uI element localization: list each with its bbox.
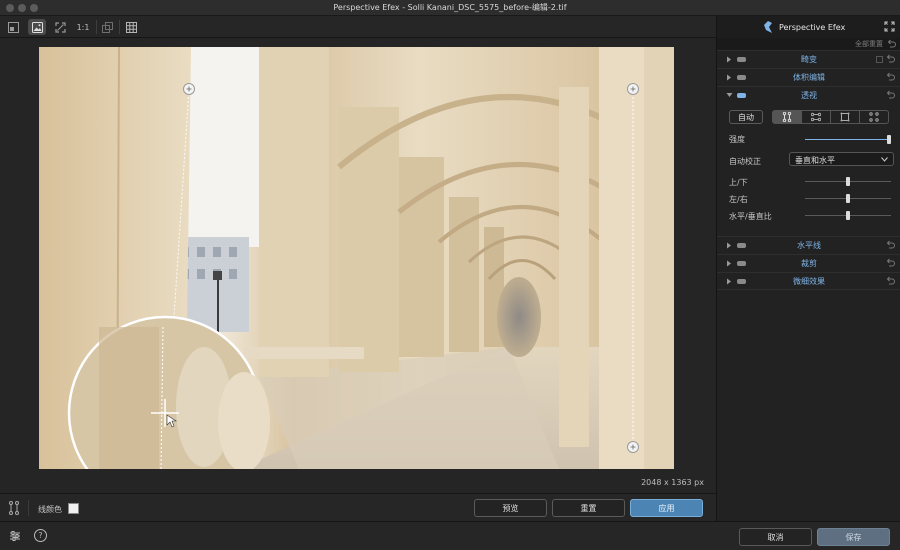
- image-canvas: 2048 x 1363 px: [0, 38, 716, 493]
- leftright-slider-knob[interactable]: [846, 194, 850, 203]
- save-button[interactable]: 保存: [817, 528, 890, 546]
- perspective-efex-logo-icon: [764, 21, 772, 33]
- canvas-bottom-bar: 线颜色 预览 重置 应用: [0, 493, 716, 521]
- auto-correct-value: 垂直和水平: [795, 156, 835, 165]
- photo-illustration: [39, 47, 674, 469]
- reset-all-button[interactable]: 全部重置: [855, 39, 883, 49]
- undo-icon[interactable]: [887, 39, 896, 48]
- undo-icon[interactable]: [886, 72, 895, 81]
- strength-slider[interactable]: [805, 135, 891, 144]
- four-points-icon: [869, 112, 879, 122]
- undo-icon[interactable]: [886, 258, 895, 267]
- overlapping-squares-icon: [101, 21, 113, 33]
- photo-preview[interactable]: [39, 47, 674, 469]
- sliders-icon: [10, 531, 20, 541]
- mode-vertical-button[interactable]: [773, 111, 801, 123]
- view-toolbar: 1:1: [0, 16, 716, 38]
- info-icon[interactable]: [876, 56, 883, 63]
- app-name: Perspective Efex: [779, 23, 846, 32]
- cancel-button[interactable]: 取消: [739, 528, 812, 546]
- zoom-100-button[interactable]: 1:1: [74, 19, 92, 35]
- app-bottom-bar: ? 取消 保存: [0, 521, 900, 550]
- window-title: Perspective Efex - Solli Kanani_DSC_5575…: [333, 3, 567, 12]
- perspective-controls: 自动 强度 自动校正 垂直和水平 上/下 左/右 水平/垂直比: [717, 104, 900, 232]
- expand-arrows-icon: [54, 21, 66, 33]
- undo-icon[interactable]: [886, 90, 895, 99]
- ratio-label: 水平/垂直比: [729, 212, 772, 221]
- vertical-lines-icon: [9, 501, 19, 515]
- strength-label: 强度: [729, 135, 745, 144]
- section-label: 裁剪: [801, 259, 817, 268]
- image-dimensions: 2048 x 1363 px: [641, 478, 704, 487]
- title-bar: Perspective Efex - Solli Kanani_DSC_5575…: [0, 0, 900, 16]
- section-label: 畸变: [801, 55, 817, 64]
- perspective-mode-group: [772, 110, 889, 124]
- leftright-label: 左/右: [729, 195, 748, 204]
- panel-header: Perspective Efex: [717, 16, 900, 38]
- adjustment-panel: Perspective Efex 全部重置 畸变 体积编辑 透视 自动 强度 自…: [716, 16, 900, 521]
- section-finishing[interactable]: 微细效果: [717, 272, 900, 290]
- undo-icon[interactable]: [886, 276, 895, 285]
- section-crop[interactable]: 裁剪: [717, 254, 900, 272]
- updown-label: 上/下: [729, 178, 748, 187]
- question-mark-icon: ?: [38, 531, 43, 540]
- settings-button[interactable]: [9, 530, 21, 545]
- preview-button[interactable]: 预览: [474, 499, 547, 517]
- grid-icon: [125, 21, 137, 33]
- fit-to-screen-button[interactable]: [51, 19, 69, 35]
- line-color-swatch[interactable]: [68, 503, 79, 514]
- mode-horizontal-button[interactable]: [801, 111, 830, 123]
- vertical-lines-icon: [782, 112, 792, 122]
- section-label: 微细效果: [793, 277, 825, 286]
- toolbar-divider: [119, 20, 120, 34]
- fullscreen-button[interactable]: [884, 21, 895, 35]
- updown-slider-knob[interactable]: [846, 177, 850, 186]
- line-color-label: 线颜色: [38, 505, 62, 514]
- section-perspective[interactable]: 透视: [717, 86, 900, 104]
- toolbar-divider: [96, 20, 97, 34]
- section-label: 水平线: [797, 241, 821, 250]
- mode-freeform-button[interactable]: [859, 111, 888, 123]
- mode-rectangle-button[interactable]: [830, 111, 859, 123]
- bar-divider: [28, 500, 29, 516]
- chevron-down-icon: [881, 157, 888, 162]
- perspective-tool-button[interactable]: [8, 501, 20, 518]
- ratio-slider-knob[interactable]: [846, 211, 850, 220]
- section-horizon[interactable]: 水平线: [717, 236, 900, 254]
- undo-icon[interactable]: [886, 240, 895, 249]
- reset-all-row: 全部重置: [717, 38, 900, 50]
- section-label: 体积编辑: [793, 73, 825, 82]
- fullscreen-arrows-icon: [884, 21, 895, 32]
- auto-correct-select[interactable]: 垂直和水平: [789, 152, 894, 166]
- help-button[interactable]: ?: [34, 529, 47, 542]
- leftright-slider[interactable]: [805, 194, 891, 203]
- image-icon: [31, 21, 43, 33]
- apply-button[interactable]: 应用: [630, 499, 703, 517]
- reset-button[interactable]: 重置: [552, 499, 625, 517]
- section-volume[interactable]: 体积编辑: [717, 68, 900, 86]
- undo-icon[interactable]: [886, 54, 895, 63]
- grid-toggle-button[interactable]: [122, 19, 140, 35]
- updown-slider[interactable]: [805, 177, 891, 186]
- section-distortion[interactable]: 畸变: [717, 50, 900, 68]
- compare-icon: [7, 21, 19, 33]
- auto-correct-label: 自动校正: [729, 157, 761, 166]
- single-image-view-button[interactable]: [28, 19, 46, 35]
- section-label: 透视: [801, 91, 817, 100]
- ratio-slider[interactable]: [805, 211, 891, 220]
- rectangle-corners-icon: [840, 112, 850, 122]
- loupe-button[interactable]: [98, 19, 116, 35]
- auto-button[interactable]: 自动: [729, 110, 763, 124]
- strength-slider-knob[interactable]: [887, 135, 891, 144]
- horizontal-lines-icon: [811, 112, 821, 122]
- compare-view-button[interactable]: [4, 19, 22, 35]
